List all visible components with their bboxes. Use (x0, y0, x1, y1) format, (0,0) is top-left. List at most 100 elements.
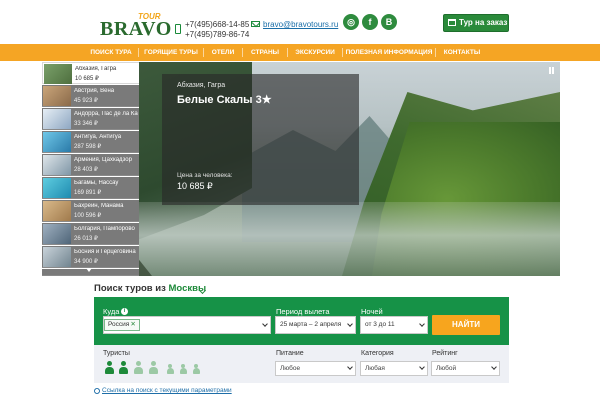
chevron-down-icon (419, 364, 425, 370)
nav-divider (242, 48, 243, 57)
child-tourist-icon[interactable] (166, 364, 175, 375)
find-button[interactable]: Найти (432, 315, 500, 335)
nav-item-excursions[interactable]: Экскурсии (289, 44, 341, 61)
bravo-tour-logo[interactable]: BRAVO TOUR (100, 12, 171, 40)
vk-icon[interactable]: В (381, 14, 397, 30)
nav-item-contacts[interactable]: Контакты (437, 44, 487, 61)
tour-order-button[interactable]: Тур на заказ (443, 14, 509, 32)
destination-price: 45 923 ₽ (74, 98, 98, 104)
destination-thumbnail (43, 109, 71, 129)
nav-item-hot-tours[interactable]: Горящие туры (140, 44, 202, 61)
rating-label: Рейтинг (432, 350, 458, 357)
nav-divider (342, 48, 343, 57)
search-heading: Поиск туров из Москвы (94, 283, 206, 294)
nights-select[interactable]: от 3 до 11 (360, 316, 428, 334)
instagram-icon[interactable]: ◎ (343, 14, 359, 30)
site-header: BRAVO TOUR +7(495)668-14-85 +7(495)789-8… (0, 0, 600, 44)
where-label: Куда (103, 307, 120, 316)
remove-tag-icon[interactable]: ✕ (130, 321, 135, 328)
info-icon[interactable]: i (121, 308, 128, 315)
destination-tag[interactable]: Россия✕ (104, 319, 140, 331)
adult-tourist-icon[interactable] (148, 361, 159, 375)
destination-price: 26 013 ₽ (74, 236, 98, 242)
nav-divider (435, 48, 436, 57)
destination-item[interactable]: Багамы, Нассау 169 891 ₽ (42, 177, 139, 199)
chevron-down-icon (347, 364, 353, 370)
destination-item[interactable]: Австрия, Вена 45 923 ₽ (42, 85, 139, 107)
nav-item-countries[interactable]: Страны (244, 44, 286, 61)
destination-thumbnail (43, 247, 71, 267)
logo-text: BRAVO (100, 18, 172, 40)
destination-thumbnail (44, 64, 72, 84)
destination-price: 169 891 ₽ (74, 190, 102, 196)
food-select[interactable]: Любое (275, 361, 356, 376)
destination-price: 287 598 ₽ (74, 144, 102, 150)
hero-hotel-title[interactable]: Белые Скалы 3★ (177, 93, 272, 106)
destination-item[interactable]: Андорра, Пас де ла Каса 33 346 ₽ (42, 108, 139, 130)
destination-thumbnail (43, 201, 71, 221)
scroll-down-icon[interactable] (86, 268, 92, 272)
category-select[interactable]: Любая (360, 361, 428, 376)
hero-hotel-name: Белые Скалы (177, 94, 253, 106)
phone-icon (175, 24, 181, 34)
destination-name: Болгария, Пампорово (74, 226, 135, 232)
destination-list: Абхазия, Гагра 10 685 ₽ Австрия, Вена 45… (42, 62, 139, 276)
search-heading-prefix: Поиск туров из (94, 283, 166, 294)
logo-sub: TOUR (138, 12, 161, 21)
nights-label: Ночей (361, 307, 383, 316)
nav-item-useful-info[interactable]: Полезная информация (344, 44, 434, 61)
destination-tag-label: Россия (108, 321, 130, 328)
destination-name: Антигуа, Антигуа (74, 134, 122, 140)
chevron-down-icon (262, 321, 268, 327)
nav-divider (138, 48, 139, 57)
main-nav: Поиск тура Горящие туры Отели Страны Экс… (0, 44, 600, 61)
adult-tourist-icon[interactable] (133, 361, 144, 375)
destination-item[interactable]: Антигуа, Антигуа 287 598 ₽ (42, 131, 139, 153)
destination-thumbnail (43, 178, 71, 198)
rating-value: Любой (436, 365, 457, 372)
destination-thumbnail (43, 224, 71, 244)
nav-item-hotels[interactable]: Отели (205, 44, 241, 61)
facebook-icon[interactable]: f (362, 14, 378, 30)
destination-name: Багамы, Нассау (74, 180, 119, 186)
child-tourist-icon[interactable] (179, 364, 188, 375)
phone-number-1[interactable]: +7(495)668-14-85 (185, 20, 249, 29)
hero-location: Абхазия, Гагра (177, 82, 226, 89)
nav-item-search[interactable]: Поиск тура (85, 44, 137, 61)
category-value: Любая (365, 365, 385, 372)
destination-item[interactable]: Босния и Герцеговина 34 900 ₽ (42, 246, 139, 268)
destination-name: Босния и Герцеговина (74, 249, 136, 255)
mail-icon (251, 21, 260, 27)
destination-price: 34 900 ₽ (74, 259, 98, 265)
food-value: Любое (280, 365, 301, 372)
departure-period-input[interactable]: 25 марта – 2 апреля (275, 316, 356, 334)
destination-price: 10 685 ₽ (75, 76, 99, 82)
destination-item[interactable]: Армения, Цахкадзор 28 403 ₽ (42, 154, 139, 176)
rating-select[interactable]: Любой (431, 361, 500, 376)
destination-thumbnail (43, 86, 71, 106)
adult-tourist-icon[interactable] (104, 361, 115, 375)
phone-number-2[interactable]: +7(495)789-86-74 (185, 30, 249, 39)
pause-icon[interactable] (547, 66, 556, 75)
hero-hotel-stars: 3★ (255, 94, 272, 106)
destination-name: Австрия, Вена (74, 88, 115, 94)
destination-thumbnail (43, 155, 71, 175)
category-label: Категория (361, 350, 394, 357)
suitcase-icon (448, 19, 456, 26)
destination-price: 33 346 ₽ (74, 121, 98, 127)
period-label: Период вылета (276, 307, 330, 316)
adult-tourist-icon[interactable] (118, 361, 129, 375)
destination-name: Армения, Цахкадзор (74, 157, 132, 163)
chevron-down-icon (419, 321, 425, 327)
nav-divider (203, 48, 204, 57)
destination-item[interactable]: Абхазия, Гагра 10 685 ₽ (42, 62, 139, 84)
search-params-link[interactable]: Ссылка на поиск с текущими параметрами (102, 387, 232, 394)
hero-price-label: Цена за человека: (177, 172, 233, 179)
destination-item[interactable]: Болгария, Пампорово 26 013 ₽ (42, 223, 139, 245)
link-icon (92, 386, 102, 396)
chevron-down-icon (347, 321, 353, 327)
destination-item[interactable]: Бахрейн, Манама 100 596 ₽ (42, 200, 139, 222)
period-value: 25 марта – 2 апреля (280, 321, 342, 328)
email-link[interactable]: bravo@bravotours.ru (263, 20, 338, 29)
child-tourist-icon[interactable] (192, 364, 201, 375)
